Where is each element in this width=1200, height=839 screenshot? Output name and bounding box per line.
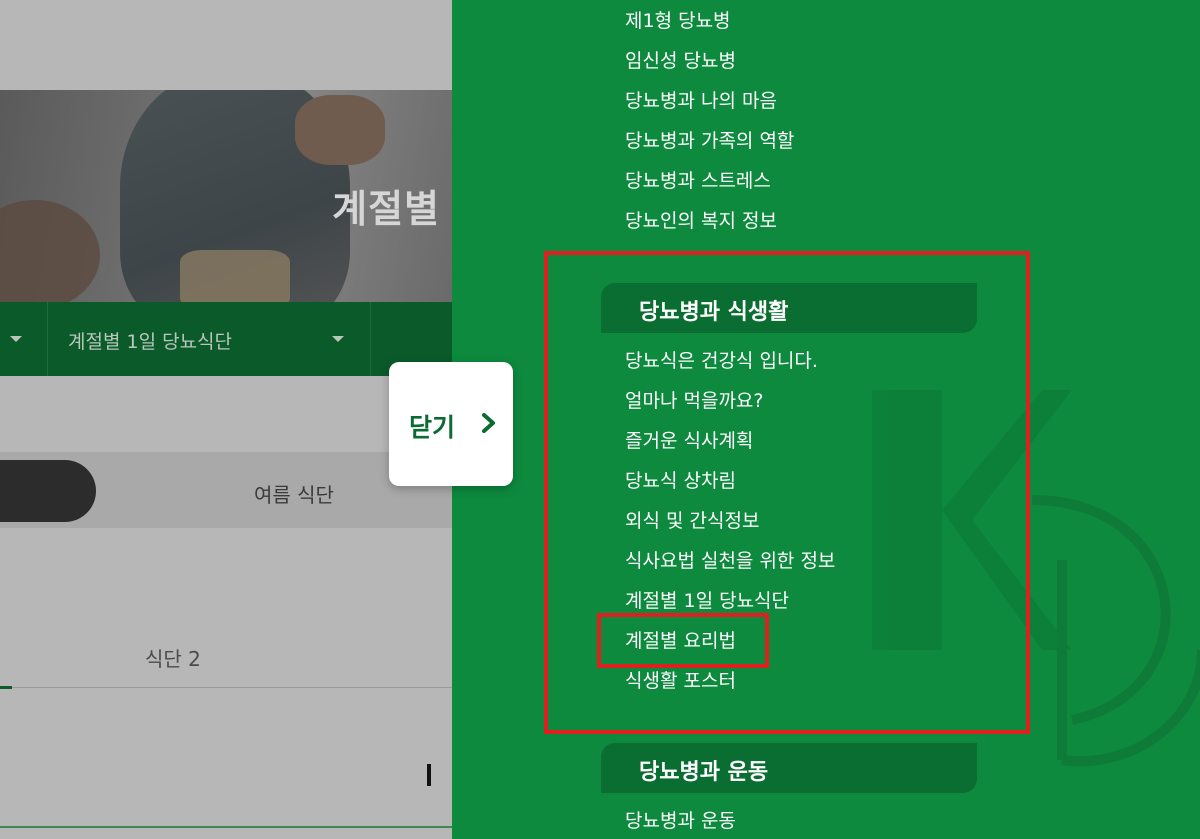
close-menu-button[interactable]: 닫기 xyxy=(389,362,513,486)
tab-meal-2[interactable]: 식단 2 xyxy=(145,643,201,672)
chevron-down-icon[interactable] xyxy=(332,336,344,342)
highlight-box-seasonal-recipes xyxy=(597,613,769,668)
text-cursor xyxy=(427,764,431,786)
hero-photo-hand xyxy=(295,95,385,165)
menu-link-welfare-info[interactable]: 당뇨인의 복지 정보 xyxy=(625,206,777,233)
menu-link-gestational-diabetes[interactable]: 임신성 당뇨병 xyxy=(625,46,736,73)
season-tab-summer[interactable]: 여름 식단 xyxy=(254,479,334,508)
menu-link-exercise[interactable]: 당뇨병과 운동 xyxy=(625,806,736,833)
menu-link-type1-diabetes[interactable]: 제1형 당뇨병 xyxy=(625,6,731,33)
hero-title: 계절별 xyxy=(332,187,440,231)
tab-active-indicator xyxy=(0,686,12,689)
category-exercise-title: 당뇨병과 운동 xyxy=(639,760,769,785)
chevron-down-icon[interactable] xyxy=(10,336,22,342)
chevron-right-icon xyxy=(482,413,495,433)
tab-divider xyxy=(0,687,452,688)
season-tab-bar: 여름 식단 xyxy=(0,452,452,528)
hero-banner: 계절별 xyxy=(0,90,452,302)
category-exercise-header: 당뇨병과 운동 xyxy=(601,743,977,793)
divider xyxy=(370,302,371,376)
hero-photo-shorts xyxy=(180,250,290,302)
hero-photo-arm xyxy=(0,200,100,302)
background-page: 계절별 계절별 1일 당뇨식단 여름 식단 식단 2 xyxy=(0,0,452,839)
subnav-dropdown-label[interactable]: 계절별 1일 당뇨식단 xyxy=(68,327,232,354)
season-tab-active[interactable] xyxy=(0,460,96,522)
sub-navigation: 계절별 1일 당뇨식단 xyxy=(0,302,452,376)
menu-link-family-role[interactable]: 당뇨병과 가족의 역할 xyxy=(625,126,794,153)
section-divider xyxy=(0,826,452,828)
close-button-label: 닫기 xyxy=(409,413,456,442)
divider xyxy=(47,302,48,376)
menu-link-diabetes-mind[interactable]: 당뇨병과 나의 마음 xyxy=(625,86,777,113)
menu-link-stress[interactable]: 당뇨병과 스트레스 xyxy=(625,166,771,193)
